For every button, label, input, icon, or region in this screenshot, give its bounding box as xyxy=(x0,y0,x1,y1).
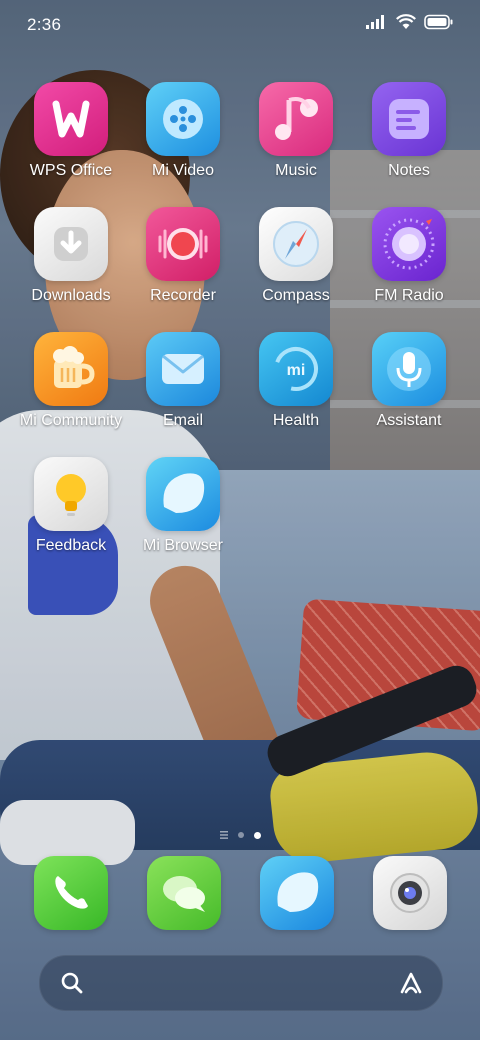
browser-icon[interactable] xyxy=(260,856,334,930)
app-downloads[interactable]: Downloads xyxy=(16,207,126,319)
camera-icon[interactable] xyxy=(373,856,447,930)
page-dot-active[interactable] xyxy=(253,831,261,839)
app-label: Feedback xyxy=(35,537,107,554)
app-label: FM Radio xyxy=(374,287,444,304)
app-recorder[interactable]: Recorder xyxy=(128,207,238,319)
app-label: Compass xyxy=(262,287,330,304)
music-icon xyxy=(259,82,333,156)
status-bar: 2:36 xyxy=(0,0,480,50)
assistant-icon xyxy=(372,332,446,406)
page-dot[interactable] xyxy=(237,832,244,838)
app-label: Mi Video xyxy=(152,162,214,179)
status-time: 2:36 xyxy=(27,15,62,34)
phone-icon[interactable] xyxy=(34,856,108,930)
notes-icon xyxy=(372,82,446,156)
app-label: Recorder xyxy=(150,287,216,304)
app-wps-office[interactable]: WPS Office xyxy=(16,82,126,194)
assistant-a-icon[interactable] xyxy=(398,970,424,996)
page-indicator[interactable] xyxy=(0,828,480,842)
app-assistant[interactable]: Assistant xyxy=(354,332,464,444)
app-feedback[interactable]: Feedback xyxy=(16,457,126,569)
mi-browser-icon xyxy=(146,457,220,531)
downloads-icon xyxy=(34,207,108,281)
app-label: Music xyxy=(275,162,317,179)
mi-video-icon xyxy=(146,82,220,156)
app-music[interactable]: Music xyxy=(241,82,351,194)
search-bar[interactable] xyxy=(39,955,443,1011)
battery-icon xyxy=(424,14,453,30)
messages-icon[interactable] xyxy=(147,856,221,930)
signal-icon xyxy=(366,15,384,29)
compass-icon xyxy=(259,207,333,281)
app-label: Health xyxy=(272,412,320,429)
fm-radio-icon xyxy=(372,207,446,281)
recorder-icon xyxy=(146,207,220,281)
mi-community-icon xyxy=(34,332,108,406)
wifi-icon xyxy=(396,14,416,29)
health-icon: mi xyxy=(259,332,333,406)
app-label: Downloads xyxy=(31,287,111,304)
dock xyxy=(0,856,480,932)
email-icon xyxy=(146,332,220,406)
app-fm-radio[interactable]: FM Radio xyxy=(354,207,464,319)
wps-office-icon xyxy=(34,82,108,156)
app-label: Email xyxy=(162,412,203,429)
app-label: Mi Community xyxy=(19,412,123,429)
app-drawer-lines-icon xyxy=(219,831,228,839)
app-health[interactable]: mi Health xyxy=(241,332,351,444)
app-compass[interactable]: Compass xyxy=(241,207,351,319)
feedback-icon xyxy=(34,457,108,531)
app-mi-community[interactable]: Mi Community xyxy=(16,332,126,444)
app-label: Notes xyxy=(388,162,430,179)
app-mi-video[interactable]: Mi Video xyxy=(128,82,238,194)
app-notes[interactable]: Notes xyxy=(354,82,464,194)
svg-text:mi: mi xyxy=(287,362,306,379)
app-label: Assistant xyxy=(376,412,442,429)
app-label: Mi Browser xyxy=(142,537,223,554)
app-label: WPS Office xyxy=(29,162,113,179)
app-email[interactable]: Email xyxy=(128,332,238,444)
search-icon[interactable] xyxy=(60,971,84,995)
app-mi-browser[interactable]: Mi Browser xyxy=(128,457,238,569)
